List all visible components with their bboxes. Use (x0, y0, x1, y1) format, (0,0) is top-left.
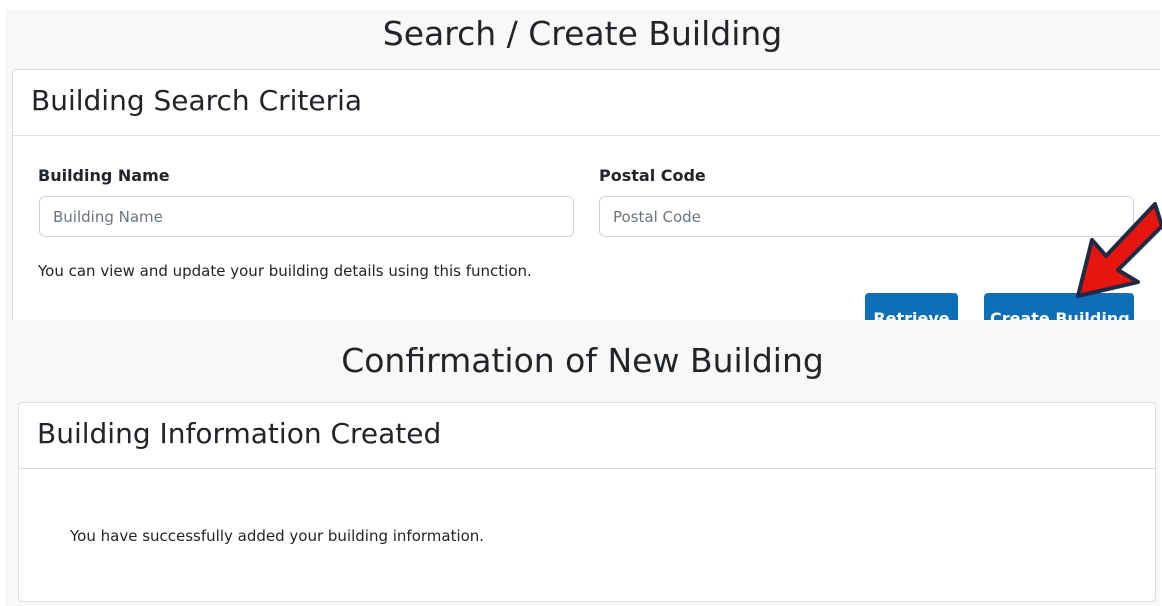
card-title: Building Search Criteria (31, 84, 363, 117)
confirmation-panel: Confirmation of New Building Building In… (5, 320, 1160, 606)
building-name-input[interactable] (39, 196, 574, 237)
help-text: You can view and update your building de… (38, 262, 532, 280)
search-create-panel: Search / Create Building Building Search… (5, 9, 1160, 320)
card-header: Building Search Criteria (13, 70, 1160, 136)
red-arrow-pointer-icon (1076, 202, 1162, 298)
success-message: You have successfully added your buildin… (70, 527, 485, 545)
page-title: Search / Create Building (382, 14, 783, 53)
card-title: Building Information Created (37, 417, 442, 450)
postal-code-label: Postal Code (599, 166, 706, 185)
card-header: Building Information Created (19, 403, 1155, 469)
search-criteria-card: Building Search Criteria Building Name P… (12, 69, 1160, 320)
confirmation-title: Confirmation of New Building (341, 341, 824, 380)
building-name-label: Building Name (38, 166, 170, 185)
postal-code-input[interactable] (599, 196, 1134, 237)
building-created-card: Building Information Created You have su… (18, 402, 1156, 602)
retrieve-button[interactable]: Retrieve (865, 293, 958, 320)
